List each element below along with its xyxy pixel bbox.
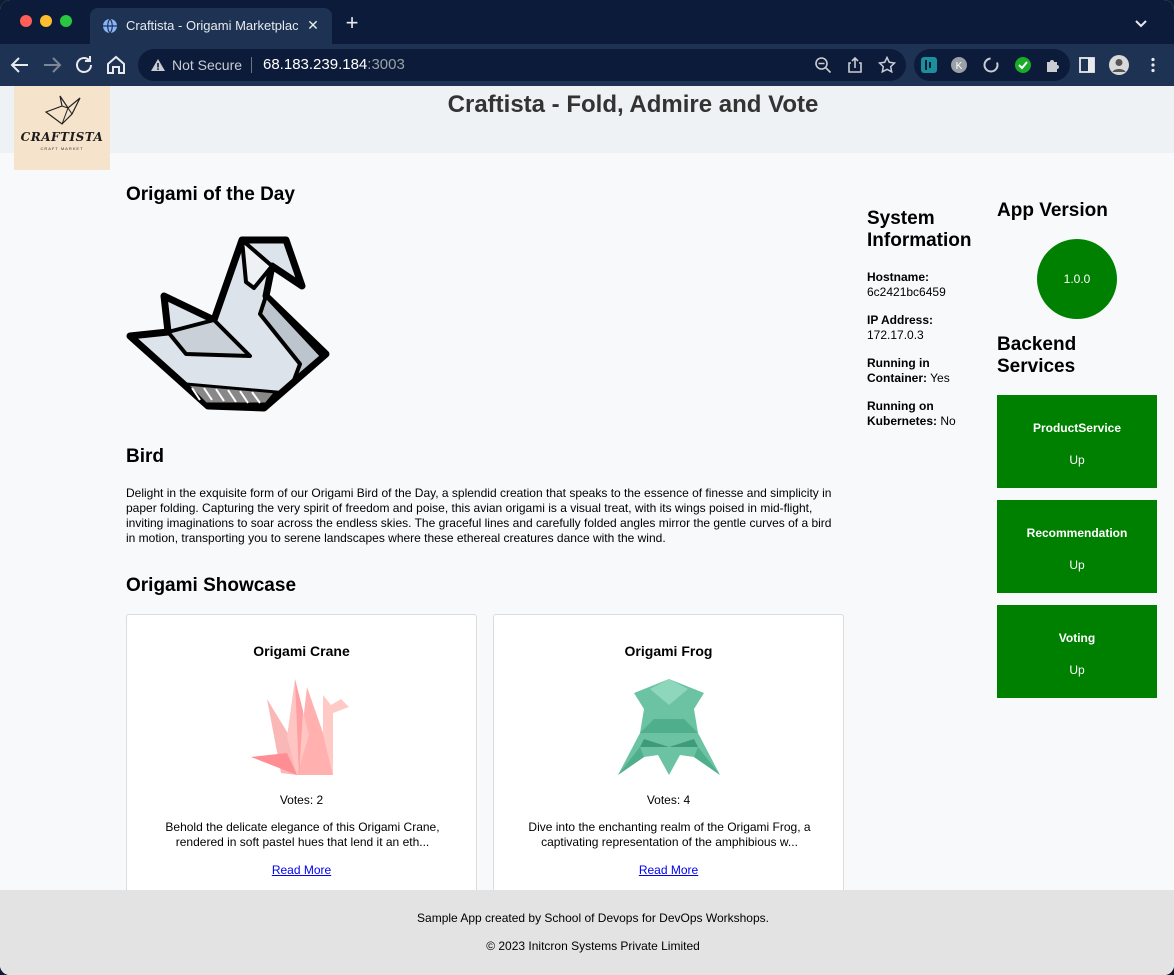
globe-icon: [103, 18, 117, 34]
url-port: :3003: [367, 56, 405, 73]
footer-credit: Sample App created by School of Devops f…: [417, 911, 769, 925]
home-icon[interactable]: [104, 53, 128, 77]
divider: [251, 57, 252, 73]
maximize-window-button[interactable]: [60, 15, 72, 27]
card-votes: Votes: 4: [646, 793, 691, 807]
service-status-recommendation: Recommendation Up: [997, 500, 1157, 593]
origami-of-day-heading: Origami of the Day: [126, 184, 295, 205]
container-item: Running in Container: Yes: [867, 356, 987, 386]
card-title: Origami Crane: [253, 643, 350, 659]
ip-item: IP Address: 172.17.0.3: [867, 313, 987, 343]
card-title: Origami Frog: [624, 643, 713, 659]
service-name: ProductService: [1032, 421, 1122, 435]
read-more-link[interactable]: Read More: [127, 863, 476, 877]
container-value: Yes: [930, 371, 950, 385]
ip-label: IP Address:: [867, 313, 934, 327]
frog-origami-image: [618, 679, 720, 775]
zoom-out-icon[interactable]: [814, 56, 832, 74]
minimize-window-button[interactable]: [40, 15, 52, 27]
service-status: Up: [1069, 558, 1085, 572]
svg-text:K: K: [956, 61, 963, 72]
card-description: Dive into the enchanting realm of the Or…: [528, 820, 811, 849]
container-label: Running in Container:: [867, 356, 930, 385]
read-more-link[interactable]: Read More: [494, 863, 843, 877]
showcase-heading: Origami Showcase: [126, 575, 297, 596]
site-title: Craftista - Fold, Admire and Vote: [447, 91, 819, 118]
back-icon[interactable]: [8, 53, 32, 77]
extensions-area: K: [914, 49, 1070, 81]
new-tab-icon[interactable]: +: [343, 12, 361, 34]
page-content: Craftista - Fold, Admire and Vote CRAFTI…: [0, 86, 1174, 975]
bird-origami-image: [126, 236, 330, 412]
url-text[interactable]: 68.183.239.184:3003: [263, 56, 405, 73]
extension-sync-icon[interactable]: [982, 56, 1000, 74]
kubernetes-value: No: [940, 414, 956, 428]
browser-toolbar: Not Secure 68.183.239.184:3003 K: [0, 44, 1174, 86]
card-votes: Votes: 2: [279, 793, 324, 807]
service-status: Up: [1069, 453, 1085, 467]
hostname-item: Hostname: 6c2421bc6459: [867, 270, 987, 300]
hostname-label: Hostname:: [867, 270, 930, 284]
security-label[interactable]: Not Secure: [172, 57, 242, 73]
service-status: Up: [1069, 663, 1085, 677]
close-tab-icon[interactable]: ✕: [304, 16, 322, 34]
tab-bar: Craftista - Origami Marketplac ✕ +: [0, 0, 1174, 44]
profile-avatar-icon[interactable]: [1108, 54, 1130, 76]
extension-a-icon[interactable]: [920, 56, 938, 74]
forward-icon[interactable]: [40, 53, 64, 77]
site-header: Craftista - Fold, Admire and Vote: [0, 86, 1174, 153]
url-host: 68.183.239.184: [263, 56, 368, 73]
chevron-down-icon[interactable]: [1134, 16, 1148, 30]
site-logo[interactable]: CRAFTISTA CRAFT MARKET: [14, 86, 110, 170]
tab-title: Craftista - Origami Marketplac: [126, 18, 298, 33]
menu-kebab-icon[interactable]: [1144, 56, 1162, 74]
extension-k-icon[interactable]: K: [950, 56, 968, 74]
footer-copyright: © 2023 Initcron Systems Private Limited: [486, 939, 700, 953]
product-card-frog: Origami Frog Votes: 4 Dive into the ench…: [493, 614, 844, 904]
crane-logo-icon: [44, 95, 81, 125]
side-panel-icon[interactable]: [1078, 56, 1096, 74]
crane-origami-image: [251, 679, 349, 775]
backend-services-heading: Backend Services: [997, 334, 1077, 377]
origami-name: Bird: [126, 446, 164, 467]
reload-icon[interactable]: [72, 53, 96, 77]
browser-window: Craftista - Origami Marketplac ✕ + Not S…: [0, 0, 1174, 975]
kubernetes-item: Running on Kubernetes: No: [867, 399, 987, 429]
close-window-button[interactable]: [20, 15, 32, 27]
service-status-product: ProductService Up: [997, 395, 1157, 488]
service-status-voting: Voting Up: [997, 605, 1157, 698]
browser-tab[interactable]: Craftista - Origami Marketplac ✕: [90, 8, 332, 44]
hostname-value: 6c2421bc6459: [867, 285, 946, 299]
site-footer: Sample App created by School of Devops f…: [0, 890, 1174, 975]
logo-subtext: CRAFT MARKET: [40, 146, 84, 151]
system-info-heading: System Information: [867, 208, 972, 251]
ip-value: 172.17.0.3: [867, 328, 924, 342]
version-badge: 1.0.0: [1037, 239, 1117, 319]
extensions-puzzle-icon[interactable]: [1044, 56, 1062, 74]
share-icon[interactable]: [846, 56, 864, 74]
origami-description: Delight in the exquisite form of our Ori…: [126, 486, 832, 545]
bookmark-star-icon[interactable]: [878, 56, 896, 74]
service-name: Voting: [1058, 631, 1096, 645]
address-bar[interactable]: Not Secure 68.183.239.184:3003: [138, 49, 906, 81]
app-version-heading: App Version: [997, 200, 1108, 221]
product-card-crane: Origami Crane Votes: 2 Behold the delica…: [126, 614, 477, 904]
service-name: Recommendation: [1026, 526, 1128, 540]
kubernetes-label: Running on Kubernetes:: [867, 399, 938, 428]
extension-check-icon[interactable]: [1014, 56, 1032, 74]
warning-icon[interactable]: [150, 58, 166, 72]
card-description: Behold the delicate elegance of this Ori…: [165, 820, 440, 849]
logo-text: CRAFTISTA: [20, 130, 104, 144]
